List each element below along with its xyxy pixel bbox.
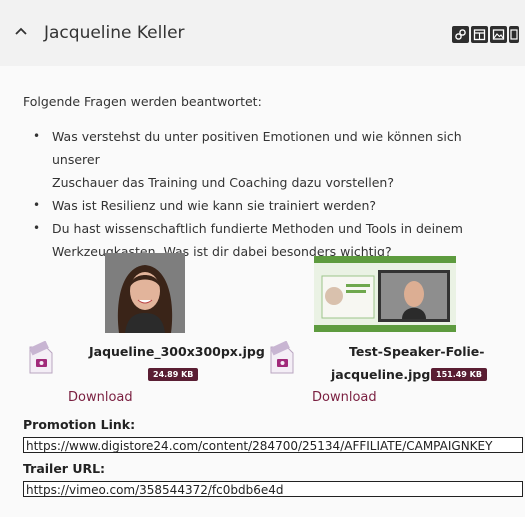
intro-text: Folgende Fragen werden beantwortet: (23, 94, 262, 109)
question-item: Du hast wissenschaftlich fundierte Metho… (27, 217, 512, 240)
trailer-url-field[interactable]: https://vimeo.com/358544372/fc0bdb6e4d (23, 481, 523, 497)
questions-list: Was verstehst du unter positiven Emotion… (27, 125, 512, 263)
image-file-icon (29, 341, 53, 374)
download-link[interactable]: Download (68, 390, 133, 405)
download-link[interactable]: Download (312, 390, 377, 405)
chevron-up-icon[interactable] (14, 24, 28, 38)
file-size-badge: 24.89 KB (148, 368, 199, 381)
slide-preview[interactable] (314, 256, 456, 332)
question-item: Was verstehst du unter positiven Emotion… (27, 125, 512, 171)
file-image-icon[interactable] (509, 26, 519, 43)
file-name-line2: jacqueline.jpg (331, 367, 431, 382)
speaker-header[interactable]: Jacqueline Keller (0, 0, 525, 66)
image-file-icon (270, 341, 294, 374)
speaker-photo[interactable] (105, 253, 185, 333)
question-item: Was ist Resilienz und wie kann sie train… (27, 194, 512, 217)
speaker-name: Jacqueline Keller (44, 23, 185, 43)
link-icon[interactable] (452, 26, 469, 43)
toolbar (452, 26, 519, 43)
promotion-link-field[interactable]: https://www.digistore24.com/content/2847… (23, 437, 523, 453)
file-size-badge: 151.49 KB (431, 368, 487, 381)
calendar-icon[interactable] (471, 26, 488, 43)
file-name-line1: Test-Speaker-Folie- (349, 344, 485, 359)
file-name: Jaqueline_300x300px.jpg (89, 344, 265, 359)
question-item-cont: Zuschauer das Training und Coaching dazu… (52, 175, 394, 190)
trailer-url-label: Trailer URL: (23, 461, 106, 476)
image-icon[interactable] (490, 26, 507, 43)
promotion-link-label: Promotion Link: (23, 417, 136, 432)
